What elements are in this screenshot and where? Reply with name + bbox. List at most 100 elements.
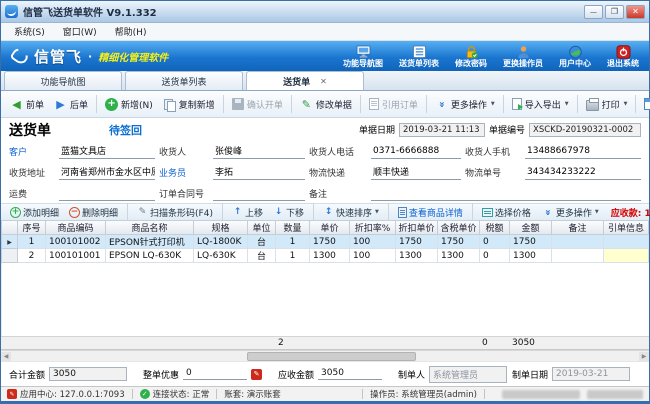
- menu-system[interactable]: 系统(S): [6, 24, 53, 39]
- banner-action-user-center[interactable]: 用户中心: [559, 45, 591, 68]
- banner-action-exit[interactable]: 退出系统: [607, 45, 639, 68]
- ui-design-button[interactable]: 界面设计: [639, 95, 650, 114]
- cell[interactable]: 100: [350, 249, 396, 263]
- discount-field[interactable]: 0: [183, 368, 247, 380]
- move-down-button[interactable]: 下移: [269, 205, 308, 220]
- cell[interactable]: [604, 249, 649, 263]
- col-header[interactable]: 金额: [510, 221, 552, 235]
- freight-field[interactable]: [59, 188, 155, 201]
- salesman-field[interactable]: 李拓: [213, 165, 305, 180]
- col-header[interactable]: 税额: [480, 221, 510, 235]
- next-doc-button[interactable]: 后单: [49, 95, 93, 114]
- move-up-button[interactable]: 上移: [228, 205, 267, 220]
- cell[interactable]: [604, 235, 649, 249]
- col-header[interactable]: 含税单价: [438, 221, 480, 235]
- cell[interactable]: 0: [480, 249, 510, 263]
- choose-price-button[interactable]: 选择价格: [478, 205, 535, 220]
- cell[interactable]: 100101001: [46, 249, 106, 263]
- contract-no-field[interactable]: [213, 188, 305, 201]
- tab-function-nav[interactable]: 功能导航图: [4, 71, 122, 90]
- scroll-right-icon[interactable]: [639, 352, 649, 361]
- view-product-detail-button[interactable]: 查看商品详情: [394, 205, 467, 220]
- doc-no-field[interactable]: XSCKD-20190321-0002: [529, 123, 641, 137]
- import-export-button[interactable]: 导入导出: [507, 95, 574, 114]
- customer-field[interactable]: 蓝猫文具店: [59, 144, 155, 159]
- prev-doc-button[interactable]: 前单: [5, 95, 49, 114]
- receiver-field[interactable]: 张俊峰: [213, 144, 305, 159]
- edit-discount-icon[interactable]: [251, 369, 262, 380]
- doc-date-field[interactable]: 2019-03-21 11:13: [399, 123, 485, 137]
- cell[interactable]: 0: [480, 235, 510, 249]
- col-header[interactable]: 序号: [18, 221, 46, 235]
- col-header[interactable]: 规格: [194, 221, 248, 235]
- cell[interactable]: 1300: [310, 249, 350, 263]
- logistics-field[interactable]: 顺丰快递: [371, 165, 461, 180]
- cell[interactable]: 1: [276, 235, 310, 249]
- cell[interactable]: 1: [18, 235, 46, 249]
- scrollbar-thumb[interactable]: [247, 352, 415, 361]
- delete-row-button[interactable]: 删除明细: [65, 205, 122, 220]
- col-header[interactable]: 数量: [276, 221, 310, 235]
- cell[interactable]: EPSON针式打印机: [106, 235, 194, 249]
- col-header[interactable]: 单位: [248, 221, 276, 235]
- cell[interactable]: LQ-630K: [194, 249, 248, 263]
- detail-toolbar: 添加明细 删除明细 扫描条形码(F4) 上移 下移 快速排序 查看商品详情 选择…: [1, 203, 649, 221]
- remark-field[interactable]: [371, 188, 641, 201]
- horizontal-scrollbar[interactable]: [1, 350, 649, 361]
- copy-add-button[interactable]: 复制新增: [158, 95, 220, 114]
- cell[interactable]: 1: [276, 249, 310, 263]
- table-row[interactable]: 1 100101002 EPSON针式打印机 LQ-1800K 台 1 1750…: [2, 235, 649, 249]
- col-header[interactable]: 备注: [552, 221, 604, 235]
- scroll-left-icon[interactable]: [1, 352, 11, 361]
- confirm-order-button[interactable]: 确认开单: [227, 95, 288, 114]
- cell[interactable]: 100101002: [46, 235, 106, 249]
- quick-sort-button[interactable]: 快速排序: [319, 205, 383, 220]
- cell[interactable]: [552, 235, 604, 249]
- menu-window[interactable]: 窗口(W): [55, 24, 105, 39]
- cell[interactable]: LQ-1800K: [194, 235, 248, 249]
- cell[interactable]: 1750: [396, 235, 438, 249]
- cell[interactable]: 台: [248, 249, 276, 263]
- col-header[interactable]: 商品编码: [46, 221, 106, 235]
- ref-order-button[interactable]: 引用订单: [364, 95, 423, 114]
- receiver-mobile-field[interactable]: 13488667978: [525, 146, 641, 159]
- table-row[interactable]: 2 100101001 EPSON LQ-630K LQ-630K 台 1 13…: [2, 249, 649, 263]
- maximize-button[interactable]: [605, 5, 624, 19]
- col-header[interactable]: 折扣单价: [396, 221, 438, 235]
- scan-barcode-button[interactable]: 扫描条形码(F4): [133, 205, 217, 220]
- menu-help[interactable]: 帮助(H): [107, 24, 155, 39]
- cell[interactable]: 1300: [396, 249, 438, 263]
- cell[interactable]: 1750: [438, 235, 480, 249]
- tab-close-icon[interactable]: [320, 77, 327, 86]
- tab-delivery-list[interactable]: 送货单列表: [125, 71, 243, 90]
- cell[interactable]: 1300: [438, 249, 480, 263]
- banner-action-change-password[interactable]: 修改密码: [455, 45, 487, 68]
- banner-action-nav[interactable]: 功能导航图: [343, 45, 383, 68]
- address-field[interactable]: 河南省郑州市金水区中原路: [59, 165, 155, 180]
- minimize-button[interactable]: [584, 5, 603, 19]
- edit-doc-button[interactable]: 修改单据: [295, 95, 357, 114]
- tab-delivery-order[interactable]: 送货单: [246, 71, 364, 90]
- cell[interactable]: 100: [350, 235, 396, 249]
- col-header[interactable]: 引单信息: [604, 221, 649, 235]
- tracking-no-field[interactable]: 343434233222: [525, 167, 641, 180]
- col-header[interactable]: 单价: [310, 221, 350, 235]
- cell[interactable]: 台: [248, 235, 276, 249]
- cell[interactable]: 1750: [310, 235, 350, 249]
- cell[interactable]: [552, 249, 604, 263]
- detail-more-actions-button[interactable]: 更多操作: [537, 205, 603, 220]
- cell[interactable]: 1750: [510, 235, 552, 249]
- close-button[interactable]: [626, 5, 645, 19]
- banner-action-switch-operator[interactable]: 更换操作员: [503, 45, 543, 68]
- receiver-phone-field[interactable]: 0371-6666888: [371, 146, 461, 159]
- banner-action-delivery-list[interactable]: 送货单列表: [399, 45, 439, 68]
- add-row-button[interactable]: 添加明细: [6, 205, 63, 220]
- cell[interactable]: 2: [18, 249, 46, 263]
- cell[interactable]: EPSON LQ-630K: [106, 249, 194, 263]
- cell[interactable]: 1300: [510, 249, 552, 263]
- col-header[interactable]: 商品名称: [106, 221, 194, 235]
- print-button[interactable]: 打印: [581, 95, 633, 114]
- col-header[interactable]: 折扣率%: [350, 221, 396, 235]
- more-actions-button[interactable]: 更多操作: [430, 95, 500, 114]
- add-button[interactable]: 新增(N): [100, 95, 158, 114]
